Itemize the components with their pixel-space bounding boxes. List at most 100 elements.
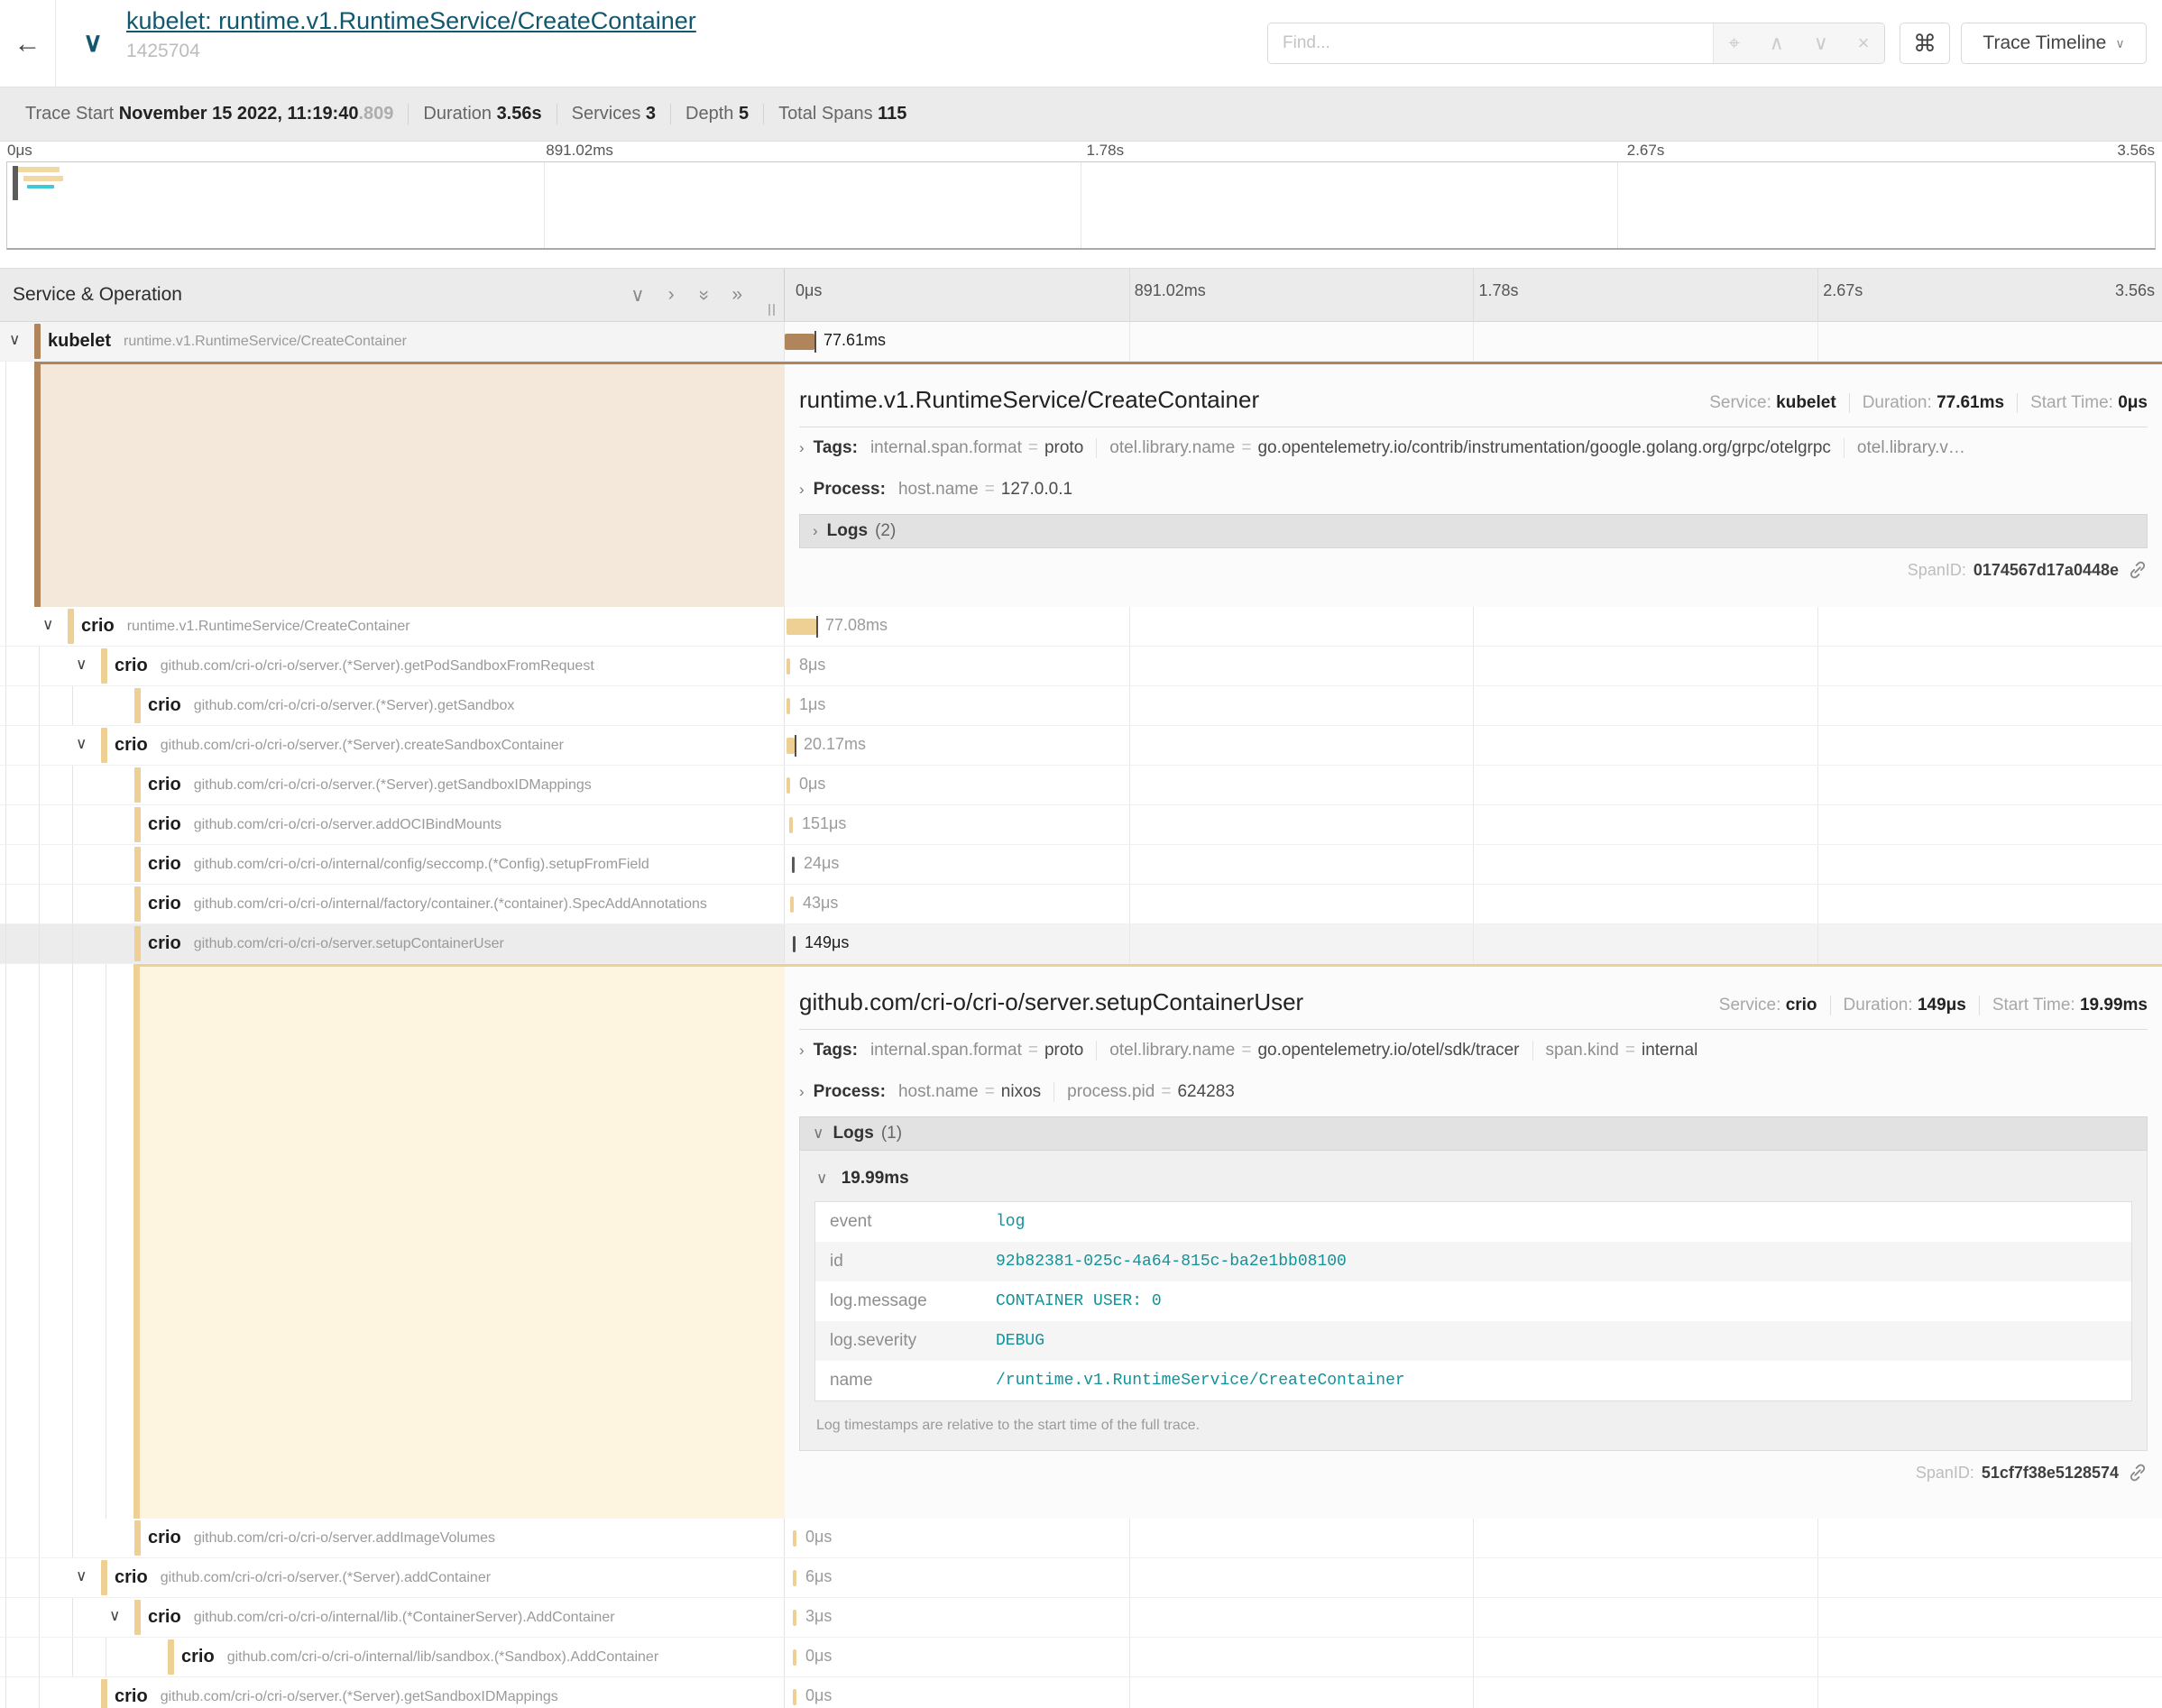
span-row-timeline-cell[interactable]: 1μs bbox=[785, 686, 2162, 725]
span-duration-bar[interactable] bbox=[785, 334, 814, 350]
chevron-down-icon[interactable]: ∨ bbox=[76, 1567, 87, 1585]
double-chevron-right-icon[interactable]: » bbox=[731, 284, 742, 307]
span-row-timeline-cell[interactable]: 6μs bbox=[785, 1558, 2162, 1597]
span-row-name-cell[interactable]: criogithub.com/cri-o/cri-o/server.(*Serv… bbox=[0, 1677, 785, 1708]
span-duration-bar[interactable] bbox=[787, 777, 790, 794]
span-duration-bar[interactable] bbox=[787, 658, 790, 675]
minimap-viewport-handle[interactable] bbox=[13, 166, 18, 200]
span-row-name-cell[interactable]: ∨criogithub.com/cri-o/cri-o/server.(*Ser… bbox=[0, 1558, 785, 1597]
span-row-timeline-cell[interactable]: 0μs bbox=[785, 1638, 2162, 1676]
span-duration-bar[interactable] bbox=[793, 1689, 796, 1705]
span-duration-bar[interactable] bbox=[793, 936, 796, 952]
span-row[interactable]: ∨criogithub.com/cri-o/cri-o/internal/lib… bbox=[0, 1598, 2162, 1638]
locate-icon[interactable]: ⌖ bbox=[1728, 32, 1739, 55]
span-row-timeline-cell[interactable]: 43μs bbox=[785, 885, 2162, 923]
span-duration-bar[interactable] bbox=[789, 817, 793, 833]
chevron-right-icon[interactable]: › bbox=[668, 284, 675, 307]
span-row-name-cell[interactable]: criogithub.com/cri-o/cri-o/server.(*Serv… bbox=[0, 686, 785, 725]
span-row[interactable]: ∨criogithub.com/cri-o/cri-o/server.(*Ser… bbox=[0, 726, 2162, 766]
chevron-down-icon[interactable]: ∨ bbox=[1814, 32, 1828, 55]
process-row[interactable]: › Process: host.name=nixosprocess.pid=62… bbox=[799, 1071, 2148, 1113]
span-row-name-cell[interactable]: criogithub.com/cri-o/cri-o/server.(*Serv… bbox=[0, 766, 785, 804]
span-row[interactable]: criogithub.com/cri-o/cri-o/server.addOCI… bbox=[0, 805, 2162, 845]
span-row[interactable]: criogithub.com/cri-o/cri-o/server.(*Serv… bbox=[0, 766, 2162, 805]
span-duration-bar[interactable] bbox=[787, 738, 795, 754]
tags-row[interactable]: › Tags: internal.span.format=protootel.l… bbox=[799, 427, 2148, 469]
keyboard-shortcuts-button[interactable]: ⌘ bbox=[1900, 23, 1950, 64]
span-row[interactable]: ∨criogithub.com/cri-o/cri-o/server.(*Ser… bbox=[0, 1558, 2162, 1598]
span-row-name-cell[interactable]: criogithub.com/cri-o/cri-o/internal/lib/… bbox=[0, 1638, 785, 1676]
tag-chip[interactable]: internal.span.format=proto bbox=[870, 1041, 1083, 1061]
span-row[interactable]: criogithub.com/cri-o/cri-o/server.setupC… bbox=[0, 924, 2162, 964]
tag-chip[interactable]: host.name=nixos bbox=[898, 1082, 1041, 1102]
tags-row[interactable]: › Tags: internal.span.format=protootel.l… bbox=[799, 1030, 2148, 1071]
span-duration-bar[interactable] bbox=[787, 619, 816, 635]
span-row-name-cell[interactable]: ∨kubeletruntime.v1.RuntimeService/Create… bbox=[0, 322, 785, 361]
span-row-timeline-cell[interactable]: 8μs bbox=[785, 647, 2162, 685]
span-row-timeline-cell[interactable]: 0μs bbox=[785, 1677, 2162, 1708]
logs-toggle[interactable]: › Logs (2) bbox=[799, 514, 2148, 548]
span-row-name-cell[interactable]: criogithub.com/cri-o/cri-o/server.setupC… bbox=[0, 924, 785, 963]
span-row[interactable]: criogithub.com/cri-o/cri-o/internal/fact… bbox=[0, 885, 2162, 924]
back-button[interactable]: ← bbox=[0, 0, 56, 87]
span-row-timeline-cell[interactable]: 77.08ms bbox=[785, 607, 2162, 646]
column-resize-grip[interactable] bbox=[768, 304, 775, 316]
span-row-timeline-cell[interactable]: 0μs bbox=[785, 766, 2162, 804]
tag-chip[interactable]: otel.library.name=go.opentelemetry.io/ot… bbox=[1096, 1041, 1519, 1061]
trace-title-chevron-icon[interactable]: ∨ bbox=[83, 27, 103, 59]
find-input[interactable] bbox=[1268, 23, 1713, 63]
span-row-timeline-cell[interactable]: 149μs bbox=[785, 924, 2162, 963]
span-duration-bar[interactable] bbox=[792, 857, 795, 873]
span-row[interactable]: criogithub.com/cri-o/cri-o/server.(*Serv… bbox=[0, 1677, 2162, 1708]
close-icon[interactable]: × bbox=[1858, 32, 1870, 55]
tag-chip[interactable]: otel.library.v… bbox=[1844, 438, 1965, 458]
span-row-timeline-cell[interactable]: 24μs bbox=[785, 845, 2162, 884]
span-row[interactable]: ∨kubeletruntime.v1.RuntimeService/Create… bbox=[0, 322, 2162, 362]
span-row-name-cell[interactable]: criogithub.com/cri-o/cri-o/internal/conf… bbox=[0, 845, 785, 884]
span-duration-bar[interactable] bbox=[787, 698, 790, 714]
minimap-canvas[interactable] bbox=[6, 161, 2156, 250]
tag-chip[interactable]: otel.library.name=go.opentelemetry.io/co… bbox=[1096, 438, 1831, 458]
span-row-name-cell[interactable]: criogithub.com/cri-o/cri-o/internal/fact… bbox=[0, 885, 785, 923]
view-selector-button[interactable]: Trace Timeline ∨ bbox=[1961, 23, 2147, 64]
span-duration-bar[interactable] bbox=[790, 896, 794, 913]
double-chevron-down-icon[interactable]: » bbox=[692, 289, 714, 300]
chevron-down-icon[interactable]: ∨ bbox=[76, 656, 87, 674]
span-row-timeline-cell[interactable]: 3μs bbox=[785, 1598, 2162, 1637]
span-row[interactable]: criogithub.com/cri-o/cri-o/server.(*Serv… bbox=[0, 686, 2162, 726]
tag-chip[interactable]: process.pid=624283 bbox=[1053, 1082, 1235, 1102]
chevron-down-icon[interactable]: ∨ bbox=[9, 331, 20, 349]
span-row-timeline-cell[interactable]: 20.17ms bbox=[785, 726, 2162, 765]
span-row[interactable]: criogithub.com/cri-o/cri-o/internal/conf… bbox=[0, 845, 2162, 885]
logs-toggle[interactable]: ∨ Logs (1) bbox=[799, 1116, 2148, 1151]
span-row-name-cell[interactable]: ∨criogithub.com/cri-o/cri-o/server.(*Ser… bbox=[0, 726, 785, 765]
span-duration-bar[interactable] bbox=[793, 1610, 796, 1626]
log-entry-toggle[interactable]: ∨ 19.99ms bbox=[816, 1169, 2132, 1189]
span-duration-bar[interactable] bbox=[793, 1570, 796, 1586]
chevron-down-icon[interactable]: ∨ bbox=[76, 735, 87, 753]
chevron-up-icon[interactable]: ∧ bbox=[1770, 32, 1784, 55]
span-row-timeline-cell[interactable]: 77.61ms bbox=[785, 322, 2162, 361]
tag-chip[interactable]: internal.span.format=proto bbox=[870, 438, 1083, 458]
span-row-timeline-cell[interactable]: 151μs bbox=[785, 805, 2162, 844]
trace-title-link[interactable]: kubelet: runtime.v1.RuntimeService/Creat… bbox=[126, 7, 696, 35]
chevron-down-icon[interactable]: ∨ bbox=[630, 284, 644, 307]
span-row-name-cell[interactable]: criogithub.com/cri-o/cri-o/server.addOCI… bbox=[0, 805, 785, 844]
span-row[interactable]: ∨criogithub.com/cri-o/cri-o/server.(*Ser… bbox=[0, 647, 2162, 686]
span-row-name-cell[interactable]: criogithub.com/cri-o/cri-o/server.addIma… bbox=[0, 1519, 785, 1557]
span-row[interactable]: criogithub.com/cri-o/cri-o/internal/lib/… bbox=[0, 1638, 2162, 1677]
tag-chip[interactable]: host.name=127.0.0.1 bbox=[898, 480, 1072, 500]
span-row-timeline-cell[interactable]: 0μs bbox=[785, 1519, 2162, 1557]
span-row-name-cell[interactable]: ∨criogithub.com/cri-o/cri-o/internal/lib… bbox=[0, 1598, 785, 1637]
span-duration-bar[interactable] bbox=[793, 1649, 796, 1666]
span-duration-bar[interactable] bbox=[793, 1530, 796, 1547]
process-row[interactable]: › Process: host.name=127.0.0.1 bbox=[799, 469, 2148, 510]
span-row[interactable]: ∨crioruntime.v1.RuntimeService/CreateCon… bbox=[0, 607, 2162, 647]
span-row[interactable]: criogithub.com/cri-o/cri-o/server.addIma… bbox=[0, 1519, 2162, 1558]
tag-chip[interactable]: span.kind=internal bbox=[1532, 1041, 1698, 1061]
chevron-down-icon[interactable]: ∨ bbox=[109, 1607, 120, 1625]
span-row-name-cell[interactable]: ∨criogithub.com/cri-o/cri-o/server.(*Ser… bbox=[0, 647, 785, 685]
link-icon[interactable] bbox=[2128, 1463, 2148, 1483]
span-row-name-cell[interactable]: ∨crioruntime.v1.RuntimeService/CreateCon… bbox=[0, 607, 785, 646]
chevron-down-icon[interactable]: ∨ bbox=[42, 616, 53, 634]
